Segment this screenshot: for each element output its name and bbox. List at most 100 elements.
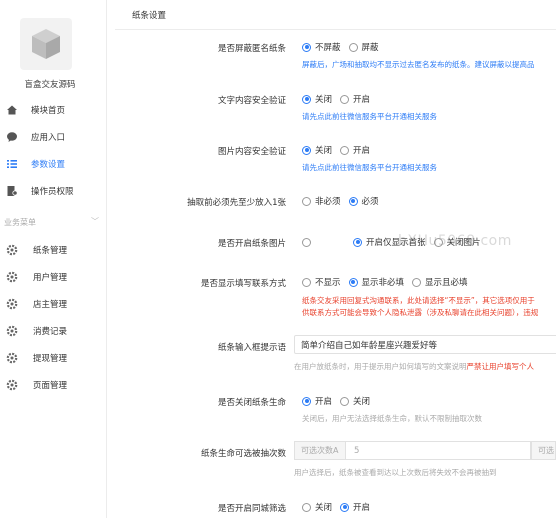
must-put-radio-group: 非必须 必须 [302,195,387,207]
img-check-option-off[interactable]: 关闭 [302,144,332,156]
radio-dot [302,396,311,406]
anon-hint: 屏蔽后，广场和抽取均不显示过去匿名发布的纸条。建议屏蔽以提高品 [302,60,535,69]
radio-dot [348,277,358,287]
sidebar-item-label: 参数设置 [31,160,66,170]
sidebar-item-label: 提现管理 [33,354,68,364]
text-check-option-on[interactable]: 开启 [340,93,370,105]
sidebar-item-app-entry[interactable]: 应用入口 [0,124,106,150]
radio-dot [302,94,311,104]
sidebar-item-label: 操作员权限 [31,187,74,197]
sidebar-item-shop-owners[interactable]: 店主管理 [0,291,106,317]
text-check-radio-group: 关闭 开启 [302,93,378,105]
sidebar-item-label: 模块首页 [31,106,66,116]
sidebar-item-label: 纸条管理 [33,246,68,256]
gear-icon [6,379,18,391]
text-check-hint-link[interactable]: 请先点此前往微信服务平台开通相关服务 [302,111,437,122]
chevron-down-icon[interactable]: ﹀ [91,216,99,227]
gear-icon [6,298,18,310]
contact-option-hidden[interactable]: 不显示 [302,276,341,288]
times-hint: 用户选择后，纸条被查看到达以上次数后将失效不会再被抽到 [294,468,497,477]
radio-dot [353,237,362,247]
anon-option-no-block[interactable]: 不屏蔽 [302,41,341,53]
settings-panel: 纸条设置 是否屏蔽匿名纸条 不屏蔽 屏蔽 屏蔽后，广场和抽取均不显示过去匿名发布… [108,0,556,518]
radio-dot [302,196,311,206]
text-check-option-off[interactable]: 关闭 [302,93,332,105]
contact-option-optional[interactable]: 显示非必填 [348,276,404,288]
city-option-on[interactable]: 开启 [340,501,370,513]
times-label: 纸条生命可选被抽次数 [200,449,286,459]
sidebar-item-label: 应用入口 [31,133,66,143]
contact-option-required[interactable]: 显示且必填 [412,276,468,288]
cube-icon [32,29,60,59]
sidebar-item-operator-permissions[interactable]: 操作员权限 [0,178,106,204]
placeholder-label: 纸条输入框提示语 [217,343,286,353]
contact-label: 是否显示填写联系方式 [200,279,286,289]
img-check-radio-group: 关闭 开启 [302,144,378,156]
times-addon-left: 可选次数A [294,441,346,460]
must-put-option-required[interactable]: 必须 [348,195,379,207]
sidebar-item-label: 页面管理 [33,381,68,391]
sidebar-item-label: 店主管理 [33,300,68,310]
radio-dot [302,502,311,512]
radio-dot [302,42,311,52]
sidebar-item-notes[interactable]: 纸条管理 [0,237,106,263]
lifetime-label: 是否关闭纸条生命 [217,398,286,408]
times-addon-right: 可选 [531,441,556,460]
radio-dot [302,145,311,155]
gear-icon [6,244,18,256]
chat-bubble-icon [6,131,18,143]
panel-title: 纸条设置 [115,0,556,30]
anon-option-block[interactable]: 屏蔽 [348,41,379,53]
radio-dot [340,94,350,104]
must-put-option-optional[interactable]: 非必须 [302,195,341,207]
gear-icon [6,325,18,337]
document-user-icon [6,185,18,197]
city-radio-group: 关闭 开启 [302,501,378,513]
sidebar-item-settings[interactable]: 参数设置 [0,151,106,177]
show-img-option-hidden[interactable] [302,237,315,247]
must-put-label: 抽取前必须先至少放入1张 [187,198,286,208]
anon-label: 是否屏蔽匿名纸条 [217,44,286,54]
radio-dot [348,196,358,206]
sidebar-item-pages[interactable]: 页面管理 [0,372,106,398]
img-check-label: 图片内容安全验证 [217,147,286,157]
app-logo [20,18,72,70]
text-check-label: 文字内容安全验证 [217,96,286,106]
sidebar-section-label: 业务菜单 [4,218,36,227]
contact-hint-1: 纸条交友采用回复式沟通联系，此处请选择“不显示”，其它选项仅用于 [302,296,535,305]
radio-dot [302,277,311,287]
contact-hint-2: 供联系方式可能会导致个人隐私泄露（涉及私聊请在此相关问题），违规 [302,308,539,317]
times-input[interactable]: 5 [346,441,531,460]
radio-dot [340,145,350,155]
contact-radio-group: 不显示 显示非必填 显示且必填 [302,276,476,288]
sidebar: 盲盒交友源码 模块首页 应用入口 参数设置 操作员权限 业务菜单 ﹀ 纸条管理 … [0,0,107,518]
radio-dot [412,277,422,287]
watermark: bXHu5068.com [398,233,512,249]
img-check-hint-link[interactable]: 请先点此前往微信服务平台开通相关服务 [302,162,437,173]
show-img-label: 是否开启纸条图片 [217,239,286,249]
lifetime-hint: 关闭后，用户无法选择纸条生命，默认不限制抽取次数 [302,414,482,423]
placeholder-input[interactable]: 简单介绍自己如年龄星座兴趣爱好等 [294,335,556,354]
sidebar-item-home[interactable]: 模块首页 [0,97,106,123]
lifetime-radio-group: 开启 关闭 [302,395,378,407]
city-label: 是否开启同城筛选 [217,504,286,514]
sidebar-item-withdrawals[interactable]: 提现管理 [0,345,106,371]
home-icon [6,104,18,116]
sidebar-item-label: 用户管理 [33,273,68,283]
radio-dot [340,396,350,406]
sidebar-item-label: 消费记录 [33,327,68,337]
img-check-option-on[interactable]: 开启 [340,144,370,156]
gear-icon [6,271,18,283]
list-settings-icon [6,158,18,170]
gear-icon [6,352,18,364]
radio-dot [348,42,358,52]
sidebar-item-spending[interactable]: 消费记录 [0,318,106,344]
city-option-off[interactable]: 关闭 [302,501,332,513]
placeholder-hint: 在用户放纸条时，用于提示用户如何填写的文案说明严禁让用户填写个人 [294,362,534,371]
lifetime-option-on[interactable]: 开启 [302,395,332,407]
radio-dot [302,237,311,247]
radio-dot [340,502,350,512]
lifetime-option-off[interactable]: 关闭 [340,395,370,407]
app-window: 盲盒交友源码 模块首页 应用入口 参数设置 操作员权限 业务菜单 ﹀ 纸条管理 … [0,0,556,518]
sidebar-item-users[interactable]: 用户管理 [0,264,106,290]
